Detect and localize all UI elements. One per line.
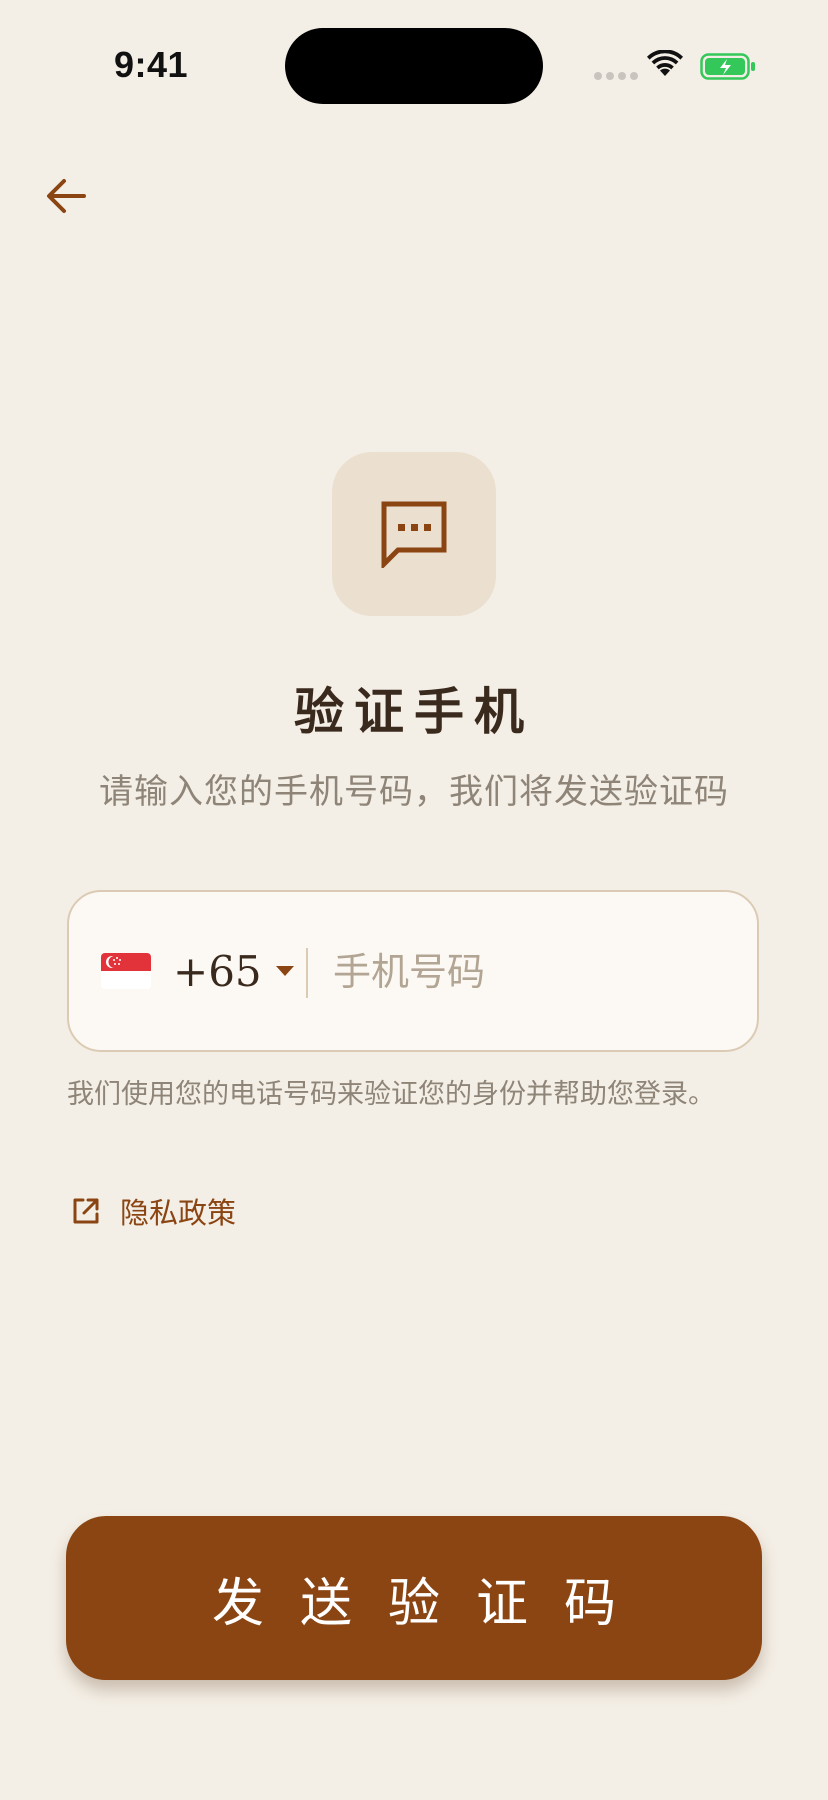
country-code: +65 — [173, 946, 262, 996]
status-time: 9:41 — [114, 44, 189, 85]
page-subtitle: 请输入您的手机号码，我们将发送验证码 — [99, 772, 729, 812]
wifi-icon — [647, 50, 683, 76]
back-button[interactable] — [40, 170, 92, 222]
dynamic-island — [285, 28, 543, 104]
country-code-selector[interactable]: +65 — [101, 892, 294, 1050]
privacy-policy-link[interactable]: 隐私政策 — [70, 1190, 236, 1232]
page-title: 验证手机 — [294, 682, 534, 741]
chevron-down-icon — [275, 966, 294, 976]
verify-phone-screen: 9:41 验证手机 请输入您的手机号码，我们将发送验证码 +65 手机号码 我们… — [0, 0, 828, 1800]
singapore-flag-icon — [101, 953, 151, 989]
phone-input[interactable] — [333, 934, 733, 1010]
helper-text: 我们使用您的电话号码来验证您的身份并帮助您登录。 — [67, 1079, 715, 1110]
privacy-policy-label: 隐私政策 — [120, 1196, 237, 1230]
send-code-button[interactable]: 发送验证码 — [66, 1516, 762, 1680]
cellular-signal-icon — [594, 72, 638, 80]
send-code-label: 发送验证码 — [211, 1573, 652, 1634]
phone-number-field: +65 — [67, 890, 759, 1052]
field-divider — [306, 948, 308, 998]
message-icon-tile — [332, 452, 496, 616]
message-dots-icon — [381, 501, 447, 568]
battery-charging-icon — [700, 53, 755, 80]
arrow-left-icon — [47, 179, 86, 213]
external-link-icon — [73, 1198, 99, 1224]
